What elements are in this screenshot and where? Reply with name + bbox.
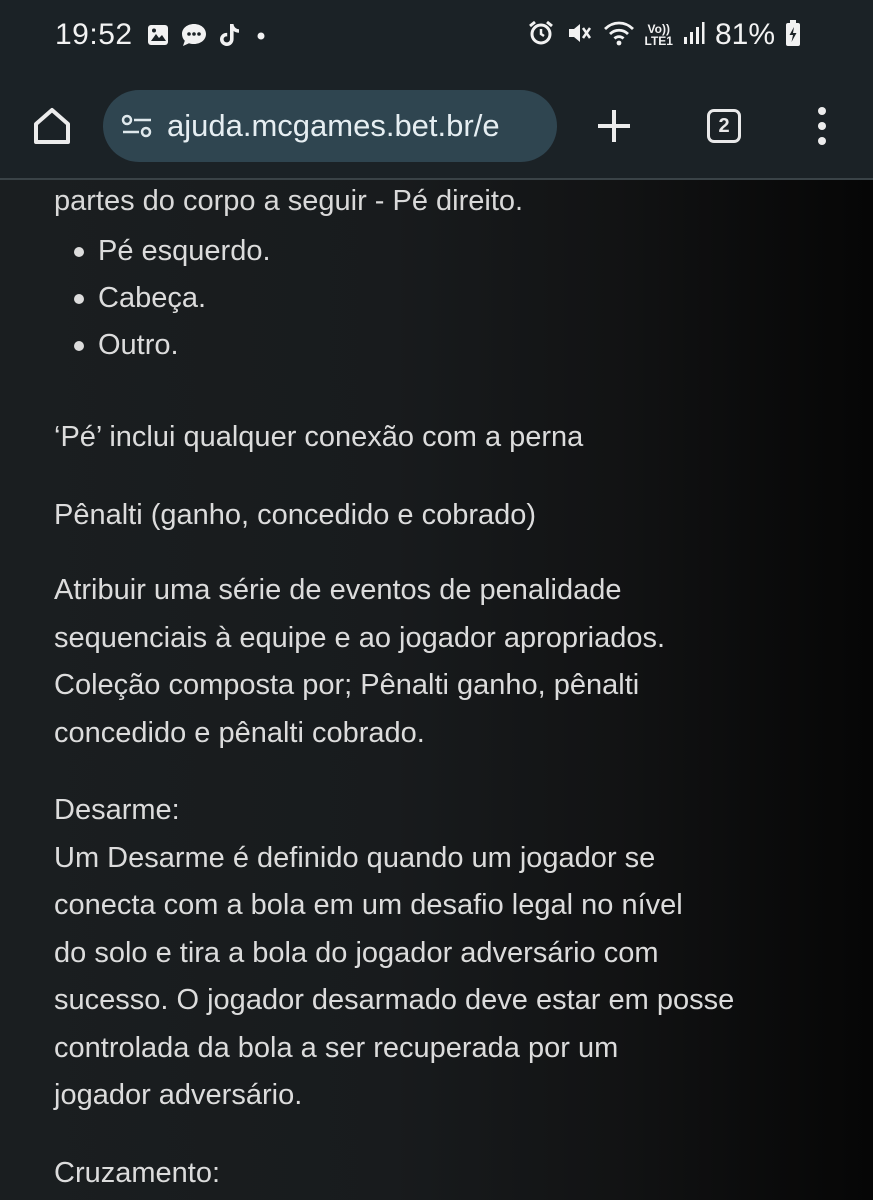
status-bar: 19:52 Vo)) LTE1 81% bbox=[0, 0, 873, 78]
partially-hidden-line: partes do corpo a seguir - Pé direito. bbox=[54, 185, 524, 217]
plus-icon bbox=[598, 110, 630, 142]
more-vertical-icon bbox=[818, 107, 826, 145]
cross-heading: Cruzamento: bbox=[54, 1157, 221, 1189]
status-time: 19:52 bbox=[55, 18, 133, 51]
battery-charging-icon bbox=[785, 19, 801, 52]
browser-chrome: 19:52 Vo)) LTE1 81% ajuda.mcgames.bet.br… bbox=[0, 0, 873, 180]
foot-definition: ‘Pé’ inclui qualquer conexão com a perna bbox=[54, 421, 584, 453]
tab-count: 2 bbox=[707, 109, 741, 143]
network-type-label: Vo)) LTE1 bbox=[644, 22, 673, 48]
tiktok-icon bbox=[218, 22, 240, 53]
notification-dot-icon bbox=[250, 24, 272, 51]
home-icon bbox=[34, 108, 70, 144]
body-part-list: Pé esquerdo. Cabeça. Outro. bbox=[54, 232, 271, 373]
messages-icon bbox=[180, 22, 208, 53]
signal-icon bbox=[683, 20, 705, 51]
tackle-section: Desarme: Um Desarme é definido quando um… bbox=[54, 794, 735, 1111]
penalty-heading: Pênalti (ganho, concedido e cobrado) bbox=[54, 499, 537, 531]
gallery-icon bbox=[146, 23, 170, 52]
toolbar-divider bbox=[0, 178, 873, 180]
list-item: Pé esquerdo. bbox=[54, 232, 271, 279]
status-notification-icons bbox=[146, 22, 272, 53]
menu-button[interactable] bbox=[798, 102, 846, 150]
address-bar[interactable]: ajuda.mcgames.bet.br/e bbox=[103, 90, 557, 162]
home-button[interactable] bbox=[28, 102, 76, 150]
new-tab-button[interactable] bbox=[590, 102, 638, 150]
browser-toolbar: ajuda.mcgames.bet.br/e 2 bbox=[0, 90, 873, 164]
list-item: Outro. bbox=[54, 326, 271, 373]
list-item: Cabeça. bbox=[54, 279, 271, 326]
wifi-icon bbox=[603, 19, 635, 52]
url-text[interactable]: ajuda.mcgames.bet.br/e bbox=[167, 108, 500, 144]
mute-icon bbox=[565, 19, 593, 52]
alarm-icon bbox=[527, 19, 555, 52]
penalty-description: Atribuir uma série de eventos de penalid… bbox=[54, 574, 666, 749]
tackle-heading: Desarme: bbox=[54, 794, 180, 826]
tab-switcher-button[interactable]: 2 bbox=[700, 102, 748, 150]
battery-percentage: 81% bbox=[714, 18, 775, 51]
status-system-icons: Vo)) LTE1 81% bbox=[527, 18, 802, 52]
site-settings-icon[interactable] bbox=[119, 108, 155, 144]
page-content[interactable]: partes do corpo a seguir - Pé direito. P… bbox=[0, 180, 873, 1200]
